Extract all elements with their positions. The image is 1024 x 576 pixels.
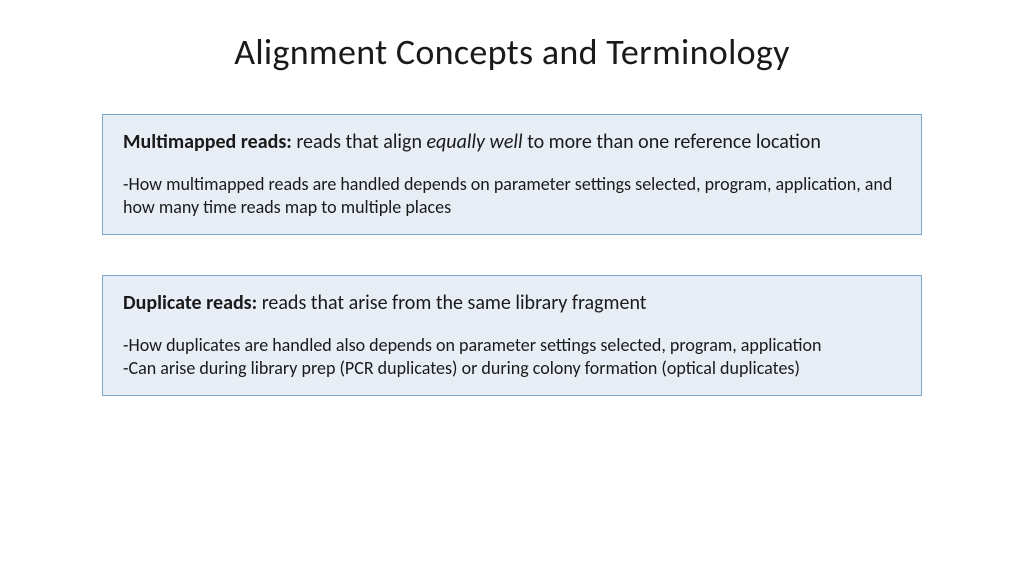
- term-duplicate: Duplicate reads:: [123, 291, 257, 315]
- definition-duplicate: Duplicate reads: reads that arise from t…: [123, 290, 901, 316]
- detail-duplicate: -How duplicates are handled also depends…: [123, 334, 901, 381]
- def-text-dup: reads that arise from the same library f…: [257, 291, 646, 315]
- def-text-2: to more than one reference location: [523, 130, 821, 154]
- detail-line-dup-1: -How duplicates are handled also depends…: [123, 334, 901, 357]
- detail-multimapped: -How multimapped reads are handled depen…: [123, 173, 901, 220]
- def-italic: equally well: [426, 130, 522, 154]
- detail-line-1: -How multimapped reads are handled depen…: [123, 173, 901, 220]
- def-text-1: reads that align: [292, 130, 427, 154]
- definition-box-duplicate: Duplicate reads: reads that arise from t…: [102, 275, 922, 396]
- definition-multimapped: Multimapped reads: reads that align equa…: [123, 129, 901, 155]
- detail-line-dup-2: -Can arise during library prep (PCR dupl…: [123, 357, 901, 380]
- term-multimapped: Multimapped reads:: [123, 130, 292, 154]
- slide-container: Alignment Concepts and Terminology Multi…: [0, 0, 1024, 576]
- slide-title: Alignment Concepts and Terminology: [0, 30, 1024, 74]
- definition-box-multimapped: Multimapped reads: reads that align equa…: [102, 114, 922, 235]
